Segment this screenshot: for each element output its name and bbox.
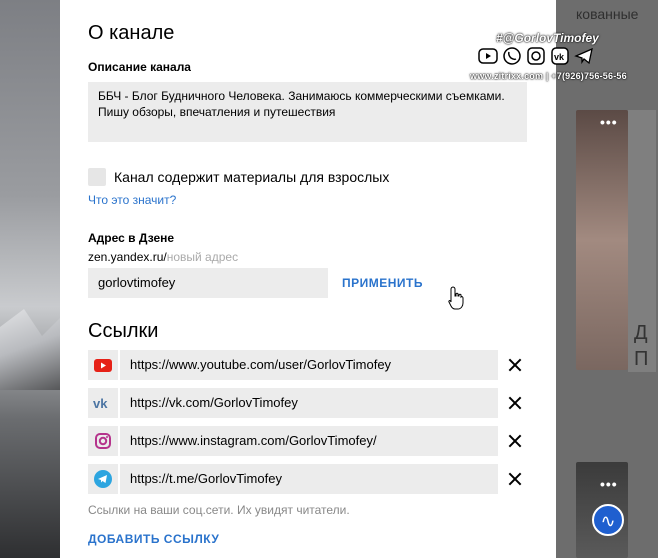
youtube-icon: [88, 350, 118, 380]
remove-link-icon[interactable]: [508, 396, 522, 410]
adult-content-checkbox[interactable]: [88, 168, 106, 186]
link-url-input[interactable]: https://vk.com/GorlovTimofey: [120, 388, 498, 418]
what-means-link[interactable]: Что это значит?: [88, 193, 176, 207]
zen-wave-button[interactable]: ∿: [592, 504, 624, 536]
link-row-telegram: https://t.me/GorlovTimofey: [88, 464, 528, 494]
watermark-footer: www.zitrixx.com | +7(926)756-56-56: [470, 71, 627, 81]
address-input[interactable]: gorlovtimofey: [88, 268, 328, 298]
feed-card-photo: [576, 110, 628, 370]
address-label: Адрес в Дзене: [88, 231, 175, 245]
vk-icon: vk: [550, 46, 570, 66]
about-title: О канале: [88, 22, 175, 44]
feed-card-text: ДП: [628, 110, 656, 372]
link-url-input[interactable]: https://www.youtube.com/user/GorlovTimof…: [120, 350, 498, 380]
description-textarea[interactable]: ББЧ - Блог Будничного Человека. Занимаюс…: [88, 82, 527, 142]
telegram-icon: [88, 464, 118, 494]
more-dots-icon[interactable]: •••: [600, 476, 618, 492]
address-placeholder: новый адрес: [166, 250, 239, 264]
youtube-icon: [478, 46, 498, 66]
address-prefix: zen.yandex.ru/новый адрес: [88, 250, 238, 264]
link-row-instagram: https://www.instagram.com/GorlovTimofey/: [88, 426, 528, 456]
telegram-icon: [574, 46, 594, 66]
remove-link-icon[interactable]: [508, 434, 522, 448]
mountain-snow: [0, 309, 60, 390]
background-photo-left: [0, 0, 60, 558]
watermark-icons: vk: [478, 46, 594, 66]
feed-tab-label: кованные: [576, 6, 639, 22]
svg-text:vk: vk: [554, 52, 565, 62]
remove-link-icon[interactable]: [508, 358, 522, 372]
apply-button[interactable]: ПРИМЕНИТЬ: [342, 276, 423, 290]
channel-settings-panel: О канале Описание канала ББЧ - Блог Будн…: [60, 0, 556, 558]
instagram-icon: [88, 426, 118, 456]
watermark-handle: #@GorlovTimofey: [496, 31, 599, 45]
instagram-icon: [526, 46, 546, 66]
add-link-button[interactable]: ДОБАВИТЬ ССЫЛКУ: [88, 532, 219, 546]
address-domain: zen.yandex.ru/: [88, 250, 167, 264]
link-row-youtube: https://www.youtube.com/user/GorlovTimof…: [88, 350, 528, 380]
feed-card-letters: ДП: [634, 322, 649, 370]
background-feed-right: кованные ДП: [556, 0, 658, 558]
link-row-vk: vk https://vk.com/GorlovTimofey: [88, 388, 528, 418]
links-hint: Ссылки на ваши соц.сети. Их увидят читат…: [88, 503, 350, 517]
link-url-input[interactable]: https://www.instagram.com/GorlovTimofey/: [120, 426, 498, 456]
adult-content-label: Канал содержит материалы для взрослых: [114, 169, 390, 185]
link-url-input[interactable]: https://t.me/GorlovTimofey: [120, 464, 498, 494]
description-label: Описание канала: [88, 60, 191, 74]
remove-link-icon[interactable]: [508, 472, 522, 486]
more-dots-icon[interactable]: •••: [600, 114, 618, 130]
whatsapp-icon: [502, 46, 522, 66]
vk-icon: vk: [88, 388, 118, 418]
svg-text:vk: vk: [93, 397, 108, 409]
hand-cursor-icon: [448, 286, 464, 310]
links-title: Ссылки: [88, 320, 159, 342]
adult-content-row[interactable]: Канал содержит материалы для взрослых: [88, 168, 389, 186]
